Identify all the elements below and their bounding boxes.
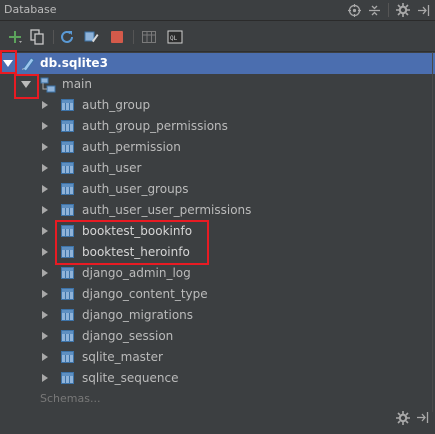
table-label: auth_group_permissions <box>82 119 228 133</box>
table-icon <box>61 267 74 279</box>
expand-arrow-icon[interactable] <box>42 311 48 319</box>
table-row[interactable]: auth_user <box>0 158 435 179</box>
table-label: auth_user_groups <box>82 182 189 196</box>
expand-arrow-icon[interactable] <box>42 164 48 172</box>
table-label: auth_user <box>82 161 142 175</box>
table-icon <box>61 162 74 174</box>
table-row[interactable]: sqlite_master <box>0 347 435 368</box>
table-icon <box>61 372 74 384</box>
table-icon <box>61 330 74 342</box>
svg-text:QL: QL <box>170 35 178 42</box>
table-label: django_session <box>82 329 174 343</box>
expand-arrow-icon[interactable] <box>42 353 48 361</box>
hide-panel-icon[interactable] <box>416 411 429 428</box>
schema-label: main <box>62 77 92 91</box>
toolbar-separator-2 <box>133 30 134 44</box>
table-label: booktest_bookinfo <box>82 224 193 238</box>
table-row[interactable]: auth_permission <box>0 137 435 158</box>
toolbar-separator <box>53 30 54 44</box>
table-label: auth_user_user_permissions <box>82 203 252 217</box>
tree-root-db[interactable]: db.sqlite3 <box>0 53 435 74</box>
expand-arrow-icon[interactable] <box>42 332 48 340</box>
tree-root-label: db.sqlite3 <box>40 56 108 70</box>
expand-arrow-icon[interactable] <box>42 206 48 214</box>
table-row[interactable]: booktest_bookinfo <box>0 221 435 242</box>
schemas-link[interactable]: Schemas... <box>40 392 100 405</box>
table-icon <box>61 99 74 111</box>
titlebar-icons <box>346 2 431 18</box>
refresh-icon[interactable] <box>58 28 76 46</box>
settings-gear-icon[interactable] <box>396 411 410 428</box>
settings-gear-icon[interactable] <box>395 2 411 18</box>
table-editor-icon[interactable] <box>140 28 158 46</box>
table-label: auth_permission <box>82 140 181 154</box>
table-label: django_content_type <box>82 287 208 301</box>
table-label: django_admin_log <box>82 266 191 280</box>
target-icon[interactable] <box>346 2 362 18</box>
table-row[interactable]: django_admin_log <box>0 263 435 284</box>
expand-arrow-icon[interactable] <box>42 122 48 130</box>
expand-arrow-icon[interactable] <box>42 290 48 298</box>
table-icon <box>61 120 74 132</box>
panel-title: Database <box>4 3 57 16</box>
table-icon <box>61 351 74 363</box>
table-row[interactable]: django_migrations <box>0 305 435 326</box>
table-label: auth_group <box>82 98 151 112</box>
scrollbar[interactable] <box>427 52 435 412</box>
table-row[interactable]: auth_user_groups <box>0 179 435 200</box>
table-icon <box>61 246 74 258</box>
table-icon <box>61 204 74 216</box>
table-label: booktest_heroinfo <box>82 245 190 259</box>
table-row[interactable]: auth_group_permissions <box>0 116 435 137</box>
expand-arrow-icon[interactable] <box>42 101 48 109</box>
table-label: django_migrations <box>82 308 194 322</box>
table-icon <box>61 309 74 321</box>
database-toolbar: QL <box>0 22 435 52</box>
expand-arrow-icon[interactable] <box>3 60 13 67</box>
table-row[interactable]: sqlite_sequence <box>0 368 435 389</box>
table-row[interactable]: auth_user_user_permissions <box>0 200 435 221</box>
table-icon <box>61 183 74 195</box>
collapse-all-icon[interactable] <box>366 2 382 18</box>
table-icon <box>61 141 74 153</box>
console-icon[interactable]: QL <box>166 28 184 46</box>
titlebar-separator <box>388 3 389 17</box>
database-icon <box>20 56 36 75</box>
table-row[interactable]: auth_group <box>0 95 435 116</box>
duplicate-icon[interactable] <box>28 28 46 46</box>
stop-icon[interactable] <box>108 28 126 46</box>
expand-arrow-icon[interactable] <box>42 248 48 256</box>
tree-schema-main[interactable]: main <box>0 74 435 95</box>
table-label: sqlite_sequence <box>82 371 179 385</box>
expand-arrow-icon[interactable] <box>42 269 48 277</box>
expand-arrow-icon[interactable] <box>42 185 48 193</box>
schema-icon <box>40 77 56 96</box>
expand-arrow-icon[interactable] <box>21 81 31 88</box>
table-row[interactable]: django_content_type <box>0 284 435 305</box>
bottom-icons <box>396 411 429 428</box>
expand-arrow-icon[interactable] <box>42 143 48 151</box>
table-row[interactable]: django_session <box>0 326 435 347</box>
table-row[interactable]: booktest_heroinfo <box>0 242 435 263</box>
edit-properties-icon[interactable] <box>82 28 100 46</box>
add-plus-icon[interactable] <box>6 28 24 46</box>
table-icon <box>61 225 74 237</box>
expand-arrow-icon[interactable] <box>42 227 48 235</box>
hide-panel-icon[interactable] <box>415 2 431 18</box>
table-icon <box>61 288 74 300</box>
table-label: sqlite_master <box>82 350 163 364</box>
expand-arrow-icon[interactable] <box>42 374 48 382</box>
panel-titlebar: Database <box>0 0 435 21</box>
